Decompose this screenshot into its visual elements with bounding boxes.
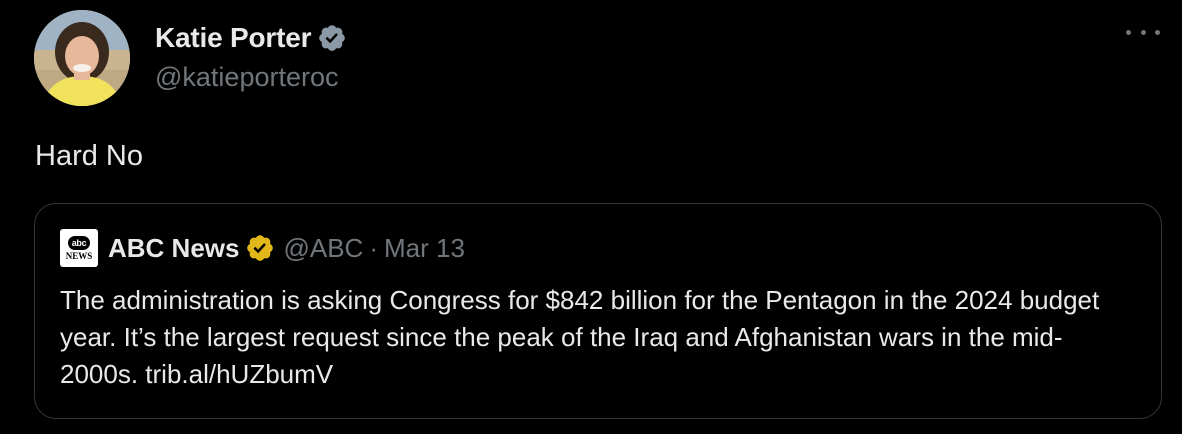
author-display-name[interactable]: Katie Porter <box>155 22 312 54</box>
quoted-tweet-text: The administration is asking Congress fo… <box>60 285 1100 389</box>
abc-news-logo[interactable]: abc NEWS <box>60 229 98 267</box>
verified-badge-icon <box>319 25 346 51</box>
quoted-tweet-header: abc NEWS ABC News @ABC · Mar 13 <box>60 228 465 268</box>
abc-logo-caption: NEWS <box>65 250 93 261</box>
author-name-row: Katie Porter <box>155 20 347 56</box>
author-block: Katie Porter @katieporteroc <box>155 20 347 93</box>
tweet: Katie Porter @katieporteroc Hard No abc … <box>0 0 1182 434</box>
quoted-author-name[interactable]: ABC News <box>108 233 239 264</box>
gold-verified-badge-icon <box>247 235 274 261</box>
more-options-button[interactable] <box>1126 22 1160 42</box>
author-handle[interactable]: @katieporteroc <box>155 62 347 93</box>
separator-dot: · <box>369 232 379 263</box>
more-dot-icon <box>1155 29 1160 35</box>
quoted-tweet-card[interactable]: abc NEWS ABC News @ABC · Mar 13 The admi… <box>34 203 1162 419</box>
avatar[interactable] <box>34 10 130 106</box>
more-dot-icon <box>1140 29 1146 35</box>
quoted-author-handle[interactable]: @ABC <box>283 233 363 264</box>
abc-logo-mark: abc <box>68 235 90 250</box>
more-dot-icon <box>1126 29 1131 35</box>
quoted-tweet-date[interactable]: Mar 13 <box>384 233 465 264</box>
tweet-text: Hard No <box>35 140 143 172</box>
